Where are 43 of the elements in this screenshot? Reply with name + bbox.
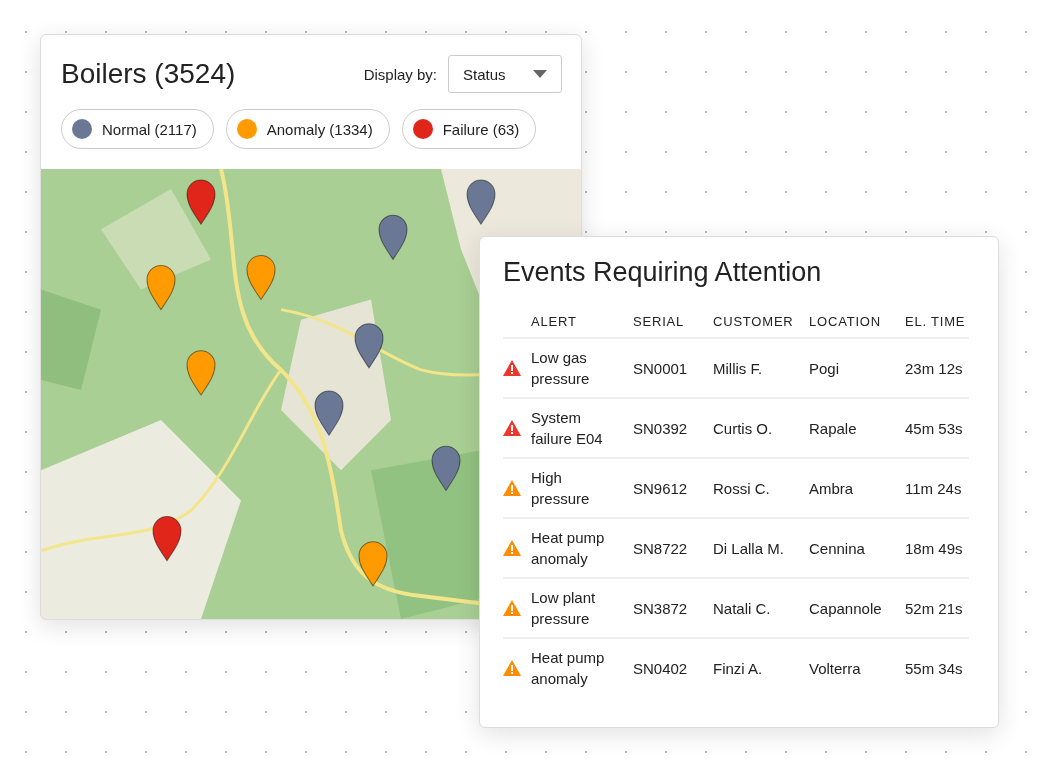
- location-cell-text: Capannole: [809, 598, 882, 619]
- column-header: LOCATION: [809, 314, 881, 329]
- panel-title: Events Requiring Attention: [503, 257, 823, 288]
- serial-cell-text: SN9612: [633, 478, 688, 499]
- alert-cell-text: Heat pump anomaly: [531, 528, 606, 569]
- location-cell-text: Cennina: [809, 538, 865, 559]
- column-header: SERIAL: [633, 314, 685, 329]
- customer-cell-text: Natali C.: [713, 598, 771, 619]
- time-cell-text: 45m 53s: [905, 418, 963, 439]
- caret-icon: [533, 70, 547, 78]
- time-cell-text: 52m 21s: [905, 598, 963, 619]
- location-cell-text: Ambra: [809, 478, 854, 499]
- alert-cell-text: Low gas pressure: [531, 348, 591, 389]
- column-header: EL. TIME: [905, 314, 966, 329]
- time-cell-text: 18m 49s: [905, 538, 963, 559]
- serial-cell-text: SN0001: [633, 358, 688, 379]
- customer-cell-text: Finzi A.: [713, 658, 763, 679]
- customer-cell-text: Curtis O.: [713, 418, 773, 439]
- alert-cell-text: High pressure: [531, 468, 591, 509]
- status-dropdown[interactable]: Status: [448, 55, 562, 93]
- customer-cell-text: Millis F.: [713, 358, 763, 379]
- panel-title: Boilers (3524): [61, 58, 236, 90]
- location-cell-text: Rapale: [809, 418, 857, 439]
- customer-cell-text: Rossi C.: [713, 478, 770, 499]
- customer-cell-text: Di Lalla M.: [713, 538, 784, 559]
- time-cell-text: 55m 34s: [905, 658, 963, 679]
- legend-chip[interactable]: Anomaly (1334): [225, 109, 390, 149]
- serial-cell-text: SN0392: [633, 418, 688, 439]
- serial-cell-text: SN3872: [633, 598, 688, 619]
- column-header: ALERT: [531, 314, 577, 329]
- location-cell-text: Volterra: [809, 658, 861, 679]
- serial-cell-text: SN0402: [633, 658, 688, 679]
- location-cell-text: Pogi: [809, 358, 840, 379]
- alert-cell-text: Low plant pressure: [531, 588, 597, 629]
- legend-chip[interactable]: Failure (63): [401, 109, 537, 149]
- time-cell-text: 23m 12s: [905, 358, 963, 379]
- column-header: CUSTOMER: [713, 314, 794, 329]
- alert-cell-text: Heat pump anomaly: [531, 648, 606, 689]
- display-by-label: Display by:: [363, 65, 437, 83]
- alert-cell-text: System failure E04: [531, 408, 604, 449]
- legend-chip[interactable]: Normal (2117): [61, 109, 214, 149]
- time-cell-text: 11m 24s: [905, 478, 962, 499]
- serial-cell-text: SN8722: [633, 538, 688, 559]
